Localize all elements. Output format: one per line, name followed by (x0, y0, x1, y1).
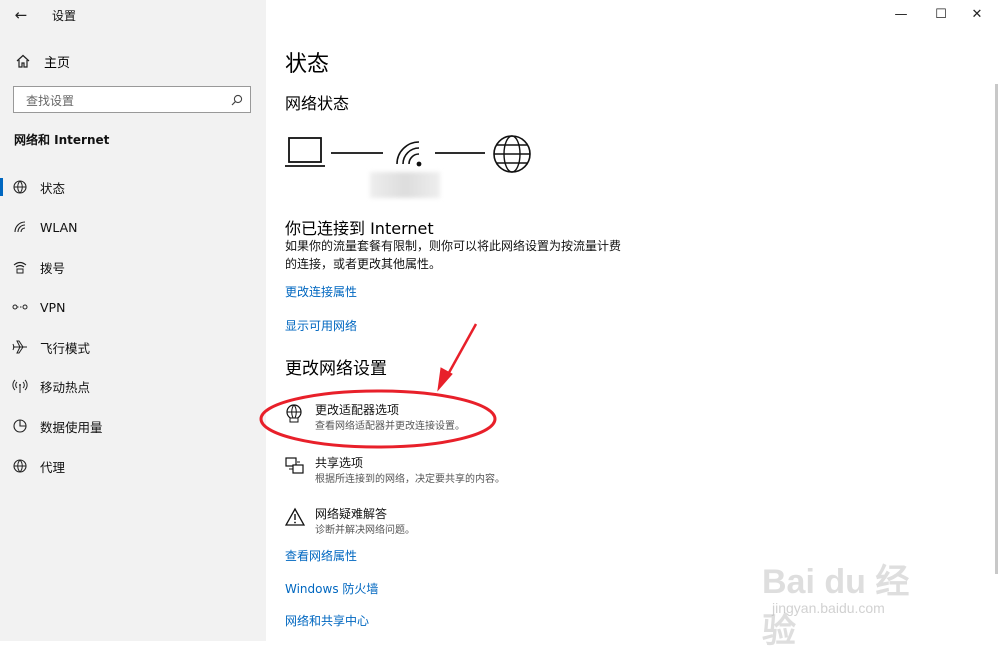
baidu-watermark: Bai du 经验 jingyan.baidu.com (762, 546, 942, 650)
sidebar-item-proxy[interactable]: 代理 (0, 451, 266, 481)
sidebar-item-label: WLAN (40, 219, 78, 235)
home-icon (14, 52, 32, 70)
title-bar: ← 设置 — ☐ ✕ (0, 0, 1000, 30)
search-box[interactable] (13, 86, 251, 113)
option-description: 诊断并解决网络问题。 (315, 525, 415, 536)
close-button[interactable]: ✕ (954, 0, 1000, 30)
sidebar-item-airplane[interactable]: 飞行模式 (0, 332, 266, 362)
sidebar-item-wlan[interactable]: WLAN (0, 212, 266, 242)
option-description: 根据所连接到的网络，决定要共享的内容。 (315, 474, 505, 485)
sidebar-item-label: 代理 (40, 459, 66, 475)
annotation-arrow-head (437, 367, 453, 392)
page-title: 状态 (285, 52, 330, 77)
wifi-router-icon (396, 141, 422, 167)
data-usage-icon (12, 418, 28, 434)
sidebar-item-status[interactable]: 状态 (0, 172, 266, 202)
dialup-icon (12, 259, 28, 275)
search-input[interactable] (24, 91, 228, 111)
option-title: 共享选项 (315, 456, 364, 470)
internet-globe-icon (493, 135, 531, 173)
window-title: 设置 (52, 9, 77, 23)
network-status-heading: 网络状态 (285, 94, 350, 113)
watermark-brand: Bai du 经验 (762, 563, 910, 650)
sidebar-item-label: 状态 (40, 180, 66, 196)
show-available-networks-link[interactable]: 显示可用网络 (285, 317, 357, 334)
sidebar-item-dialup[interactable]: 拨号 (0, 252, 266, 282)
sidebar-item-data-usage[interactable]: 数据使用量 (0, 411, 266, 441)
sharing-icon (285, 456, 305, 476)
view-network-properties-link[interactable]: 查看网络属性 (285, 547, 357, 564)
sidebar-item-label: 数据使用量 (40, 419, 103, 435)
network-name-redacted (370, 172, 440, 198)
warning-icon (284, 507, 306, 527)
laptop-icon (285, 137, 325, 167)
windows-firewall-link[interactable]: Windows 防火墙 (285, 580, 378, 597)
wifi-icon (12, 219, 28, 235)
back-button[interactable]: ← (10, 5, 32, 25)
globe-icon (12, 458, 28, 474)
hotspot-icon (12, 378, 28, 394)
sidebar-item-vpn[interactable]: VPN (0, 292, 266, 322)
sidebar-item-label: 飞行模式 (40, 340, 91, 356)
change-settings-heading: 更改网络设置 (285, 359, 387, 379)
sidebar-home[interactable]: 主页 (14, 50, 70, 72)
sidebar-item-label: 拨号 (40, 260, 66, 276)
network-sharing-center-link[interactable]: 网络和共享中心 (285, 612, 369, 629)
scrollbar[interactable] (995, 84, 998, 574)
connected-title: 你已连接到 Internet (285, 219, 434, 238)
change-connection-properties-link[interactable]: 更改连接属性 (285, 283, 357, 300)
sidebar-section-title: 网络和 Internet (14, 133, 110, 147)
sharing-options[interactable]: 共享选项 根据所连接到的网络，决定要共享的内容。 (285, 454, 585, 488)
airplane-icon (12, 339, 28, 355)
change-adapter-options[interactable]: 更改适配器选项 查看网络适配器并更改连接设置。 (285, 401, 585, 435)
sidebar-home-label: 主页 (44, 55, 71, 71)
option-title: 更改适配器选项 (315, 403, 400, 417)
globe-status-icon (12, 179, 28, 195)
option-title: 网络疑难解答 (315, 507, 388, 521)
sidebar-item-label: 移动热点 (40, 379, 91, 395)
sidebar-item-hotspot[interactable]: 移动热点 (0, 371, 266, 401)
annotation-arrow-shaft (444, 323, 478, 379)
search-icon[interactable] (230, 92, 244, 106)
network-troubleshooter[interactable]: 网络疑难解答 诊断并解决网络问题。 (284, 505, 585, 539)
option-description: 查看网络适配器并更改连接设置。 (315, 421, 465, 432)
watermark-url: jingyan.baidu.com (772, 600, 885, 616)
adapter-icon (285, 403, 305, 423)
connected-description: 如果你的流量套餐有限制，则你可以将此网络设置为按流量计费的连接，或者更改其他属性… (285, 239, 622, 271)
vpn-icon (12, 299, 28, 315)
sidebar-item-label: VPN (40, 299, 66, 315)
